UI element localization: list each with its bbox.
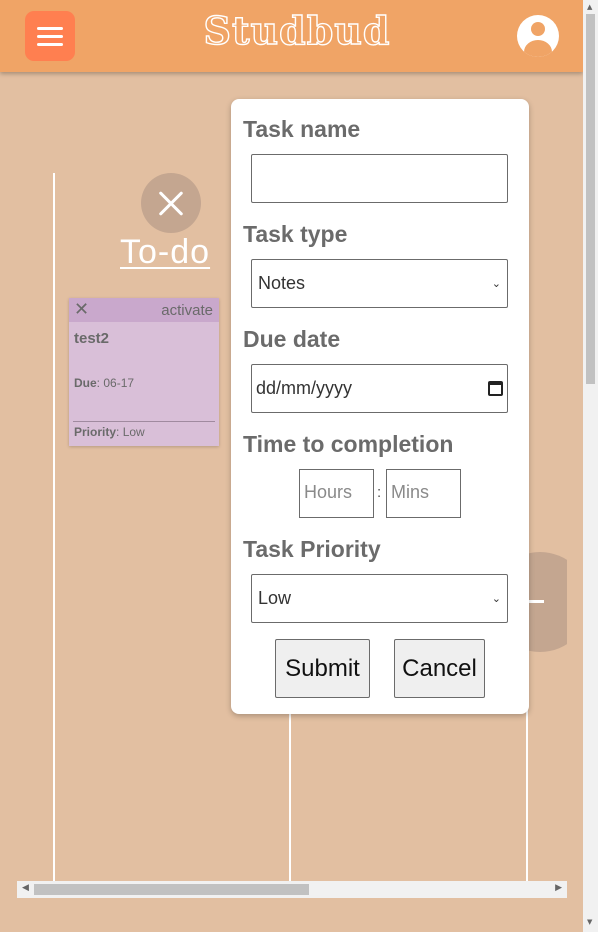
task-name-label: Task name — [243, 116, 361, 142]
task-name-input[interactable] — [251, 154, 508, 203]
horizontal-scrollbar[interactable]: ◀ ▶ — [17, 881, 567, 898]
hours-input[interactable]: Hours — [299, 469, 374, 518]
app-logo: Studbud — [203, 7, 391, 53]
scrollbar-thumb[interactable] — [34, 884, 309, 895]
due-date-input[interactable]: dd/mm/yyyy — [251, 364, 508, 413]
close-icon[interactable] — [141, 173, 201, 233]
priority-select[interactable]: Low ⌄ — [251, 574, 508, 623]
chevron-down-icon: ⌄ — [491, 278, 501, 290]
submit-button[interactable]: Submit — [275, 639, 370, 698]
card-divider — [73, 421, 215, 422]
delete-task-icon[interactable]: ✕ — [74, 299, 89, 320]
priority-label: Task Priority — [243, 536, 381, 562]
task-name: test2 — [74, 330, 110, 347]
minus-icon — [528, 600, 544, 603]
mins-input[interactable]: Mins — [386, 469, 461, 518]
scroll-up-icon[interactable]: ▲ — [587, 3, 592, 11]
new-task-modal: Task name Task type Notes ⌄ Due date dd/… — [231, 99, 529, 714]
task-priority: Priority: Low — [74, 425, 145, 439]
scroll-right-icon[interactable]: ▶ — [555, 883, 562, 893]
scroll-left-icon[interactable]: ◀ — [22, 883, 29, 893]
column-divider — [53, 173, 55, 883]
task-type-label: Task type — [243, 221, 348, 247]
task-card: ✕ activate test2 Due: 06-17 Priority: Lo… — [69, 298, 219, 446]
column-title: To-do — [120, 233, 211, 271]
due-date-label: Due date — [243, 326, 341, 352]
cancel-button[interactable]: Cancel — [394, 639, 485, 698]
scrollbar-thumb[interactable] — [586, 14, 595, 384]
task-type-select[interactable]: Notes ⌄ — [251, 259, 508, 308]
scroll-down-icon[interactable]: ▼ — [587, 918, 592, 926]
app-header: Studbud — [0, 0, 583, 72]
user-icon — [531, 22, 545, 36]
chevron-down-icon: ⌄ — [491, 593, 501, 605]
activate-link[interactable]: activate — [161, 302, 213, 319]
time-label: Time to completion — [243, 431, 454, 457]
time-separator: : — [377, 484, 382, 501]
vertical-scrollbar[interactable]: ▲ ▼ — [583, 0, 598, 932]
task-due: Due: 06-17 — [74, 376, 135, 390]
profile-button[interactable] — [517, 15, 559, 57]
calendar-icon[interactable] — [488, 381, 503, 396]
